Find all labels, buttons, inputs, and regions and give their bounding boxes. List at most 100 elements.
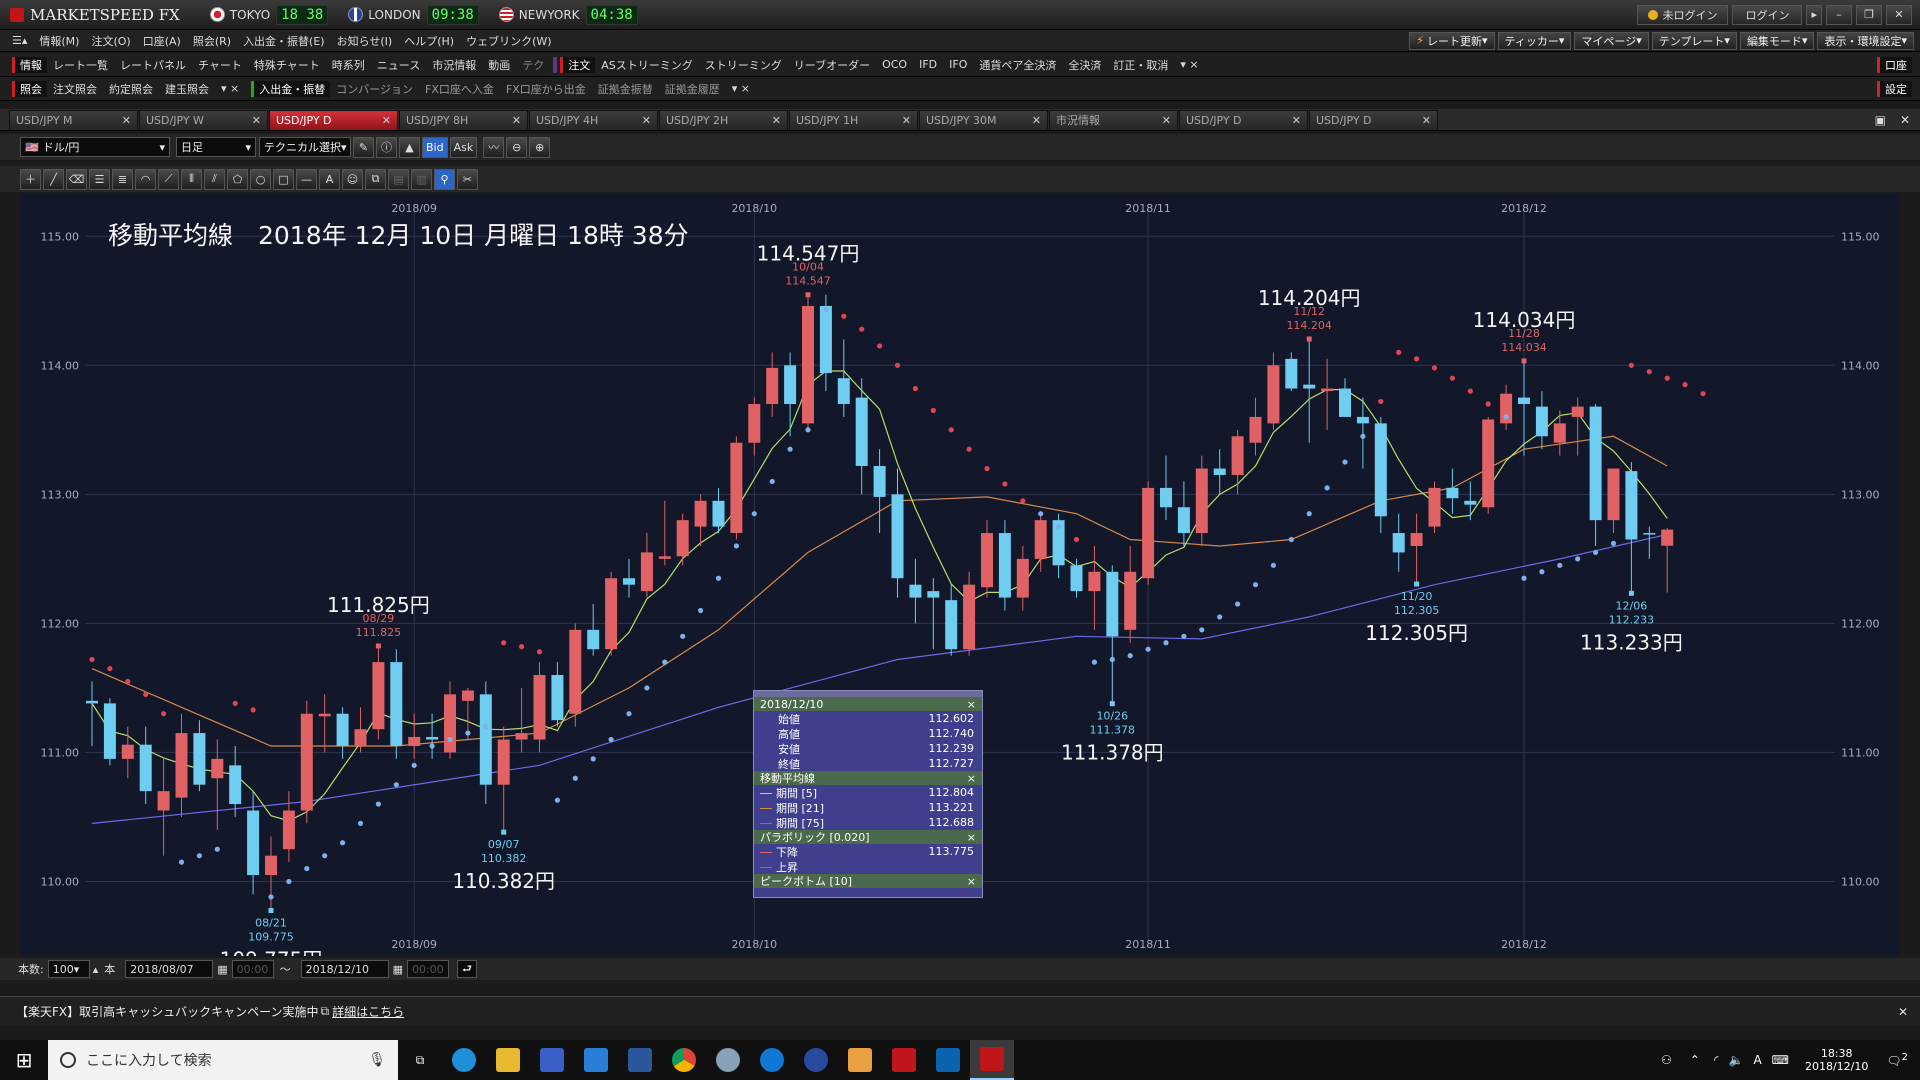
tab-7[interactable]: USD/JPY 30M ✕ bbox=[919, 109, 1048, 130]
ticker-button[interactable]: ティッカー ▾ bbox=[1497, 31, 1572, 50]
keyboard-icon[interactable]: ⌨ bbox=[1772, 1053, 1789, 1067]
taskbar-clock[interactable]: 18:38 2018/12/10 bbox=[1805, 1047, 1868, 1073]
wave-icon[interactable]: 〰 bbox=[483, 136, 505, 158]
quick-streaming[interactable]: ストリーミング bbox=[699, 57, 788, 73]
quick-position-inquiry[interactable]: 建玉照会 bbox=[159, 81, 215, 97]
close-tab-icon[interactable]: ✕ bbox=[122, 114, 131, 127]
marketspeed-icon[interactable] bbox=[882, 1040, 926, 1080]
icon-stamp-icon[interactable]: ☺ bbox=[342, 168, 363, 190]
quick-rate-list[interactable]: レート一覧 bbox=[47, 57, 114, 73]
from-date-field[interactable]: 2018/08/07 bbox=[125, 960, 214, 978]
menu-notice[interactable]: お知らせ(I) bbox=[331, 33, 399, 49]
vertical-lines-icon[interactable]: ⦀ bbox=[181, 168, 202, 190]
quick-as-streaming[interactable]: ASストリーミング bbox=[595, 57, 699, 73]
hamburger-icon[interactable]: ☰▴ bbox=[6, 34, 33, 47]
quick-news[interactable]: ニュース bbox=[371, 57, 426, 73]
rate-update-button[interactable]: ⚡ レート更新 ▾ bbox=[1409, 31, 1495, 50]
layer-icon[interactable]: ▤ bbox=[388, 168, 409, 190]
quick-market-info[interactable]: 市況情報 bbox=[426, 57, 482, 73]
chevron-up-icon[interactable]: ▴ bbox=[93, 963, 99, 976]
quick-rate-panel[interactable]: レートパネル bbox=[114, 57, 192, 73]
tab-3[interactable]: USD/JPY 8H ✕ bbox=[399, 109, 528, 130]
outlook-icon[interactable] bbox=[926, 1040, 970, 1080]
quick-margin-history[interactable]: 証拠金履歴 bbox=[659, 81, 726, 97]
zoom-out-icon[interactable]: ⊖ bbox=[506, 136, 528, 158]
close-tab-icon[interactable]: ✕ bbox=[382, 114, 391, 127]
marketspeed-fx-icon[interactable] bbox=[970, 1040, 1014, 1080]
quick-conversion[interactable]: コンバージョン bbox=[330, 81, 419, 97]
rectangle-icon[interactable]: □ bbox=[273, 168, 294, 190]
network-icon[interactable]: ◜ bbox=[1714, 1053, 1719, 1067]
from-time-field[interactable]: 00:00 bbox=[231, 960, 274, 978]
quick-pair-settle[interactable]: 通貨ペア全決済 bbox=[973, 57, 1062, 73]
quick-more-dropdown[interactable]: ▾ × bbox=[215, 82, 245, 95]
menu-account[interactable]: 口座(A) bbox=[137, 33, 187, 49]
fan-icon[interactable]: ⟋ bbox=[158, 168, 179, 190]
quick-settle-all[interactable]: 全決済 bbox=[1062, 57, 1107, 73]
bid-button[interactable]: Bid bbox=[422, 136, 448, 158]
app2-icon[interactable] bbox=[838, 1040, 882, 1080]
pencil-icon[interactable]: ✎ bbox=[353, 136, 374, 158]
circle-icon[interactable]: ○ bbox=[250, 168, 271, 190]
close-tab-icon[interactable]: ✕ bbox=[642, 114, 651, 127]
menu-info[interactable]: 情報(M) bbox=[33, 33, 85, 49]
calendar-icon[interactable]: ▦ bbox=[393, 963, 403, 976]
tab-9[interactable]: USD/JPY D ✕ bbox=[1179, 109, 1308, 130]
clear-icon[interactable]: ✂ bbox=[457, 168, 478, 190]
chrome-icon[interactable] bbox=[662, 1040, 706, 1080]
technical-select[interactable]: テクニカル選択 ▾ bbox=[259, 137, 351, 157]
tab-4[interactable]: USD/JPY 4H ✕ bbox=[529, 109, 658, 130]
close-tab-icon[interactable]: ✕ bbox=[1032, 114, 1041, 127]
display-settings-button[interactable]: 表示・環境設定 ▾ bbox=[1817, 31, 1914, 50]
tab-2[interactable]: USD/JPY D ✕ bbox=[269, 109, 398, 130]
restore-button[interactable]: ❐ bbox=[1856, 4, 1882, 25]
info-panel[interactable]: 2018/12/10 × 始値 112.602 高値 112.740 安値 112.23… bbox=[753, 690, 983, 898]
quick-withdraw[interactable]: FX口座から出金 bbox=[500, 81, 592, 97]
quick-ifd[interactable]: IFD bbox=[913, 58, 943, 71]
apply-range-button[interactable]: ⮐ bbox=[457, 960, 477, 978]
close-icon[interactable]: ✕ bbox=[1898, 1005, 1908, 1019]
tab-8[interactable]: 市況情報 ✕ bbox=[1049, 109, 1178, 130]
quick-tech[interactable]: テク bbox=[516, 57, 550, 73]
quick-leave-order[interactable]: リーブオーダー bbox=[788, 57, 876, 73]
line-icon[interactable]: — bbox=[296, 168, 317, 190]
tab-10[interactable]: USD/JPY D ✕ bbox=[1309, 109, 1438, 130]
quick-modify-cancel[interactable]: 訂正・取消 bbox=[1107, 57, 1174, 73]
edge-icon[interactable] bbox=[750, 1040, 794, 1080]
layer2-icon[interactable]: ▥ bbox=[411, 168, 432, 190]
quick-settings[interactable]: 設定 bbox=[1877, 80, 1912, 97]
news-detail-link[interactable]: 詳細はこちら bbox=[332, 1003, 404, 1020]
windows-start-icon[interactable]: ⊞ bbox=[0, 1040, 48, 1080]
close-button[interactable]: ✕ bbox=[1886, 4, 1912, 25]
close-tab-icon[interactable]: ✕ bbox=[1422, 114, 1431, 127]
quick-oco[interactable]: OCO bbox=[876, 58, 913, 71]
browser-icon[interactable] bbox=[706, 1040, 750, 1080]
text-icon[interactable]: A bbox=[319, 168, 340, 190]
eraser-icon[interactable]: ⌫ bbox=[66, 168, 87, 190]
tab-6[interactable]: USD/JPY 1H ✕ bbox=[789, 109, 918, 130]
tab-1[interactable]: USD/JPY W ✕ bbox=[139, 109, 268, 130]
close-tab-icon[interactable]: ✕ bbox=[772, 114, 781, 127]
menu-transfer[interactable]: 入出金・振替(E) bbox=[237, 33, 331, 49]
calculator-icon[interactable] bbox=[530, 1040, 574, 1080]
close-tab-icon[interactable]: ✕ bbox=[252, 114, 261, 127]
quick-ifo[interactable]: IFO bbox=[943, 58, 973, 71]
login-button[interactable]: ログイン bbox=[1732, 4, 1803, 25]
ie-icon[interactable] bbox=[442, 1040, 486, 1080]
edit-mode-button[interactable]: 編集モード ▾ bbox=[1739, 31, 1815, 50]
close-tab-icon[interactable]: ✕ bbox=[1162, 114, 1171, 127]
currency-pair-select[interactable]: 🇺🇸 ドル/円 ▾ bbox=[20, 137, 170, 157]
ask-button[interactable]: Ask bbox=[449, 136, 478, 158]
trendline-icon[interactable]: ╱ bbox=[43, 168, 64, 190]
arc-icon[interactable]: ◠ bbox=[135, 168, 156, 190]
taskbar-search-input[interactable]: ここに入力して検索 🎙 bbox=[48, 1040, 398, 1080]
close-window-icon[interactable]: ✕ bbox=[1900, 113, 1910, 127]
close-tab-icon[interactable]: ✕ bbox=[1292, 114, 1301, 127]
quick-special-chart[interactable]: 特殊チャート bbox=[248, 57, 326, 73]
close-icon[interactable]: × bbox=[967, 698, 976, 711]
menu-weblink[interactable]: ウェブリンク(W) bbox=[460, 33, 557, 49]
window-app-icon[interactable] bbox=[574, 1040, 618, 1080]
horizontal-lines-icon[interactable]: ☰ bbox=[89, 168, 110, 190]
word-icon[interactable] bbox=[618, 1040, 662, 1080]
to-time-field[interactable]: 00:00 bbox=[407, 960, 450, 978]
